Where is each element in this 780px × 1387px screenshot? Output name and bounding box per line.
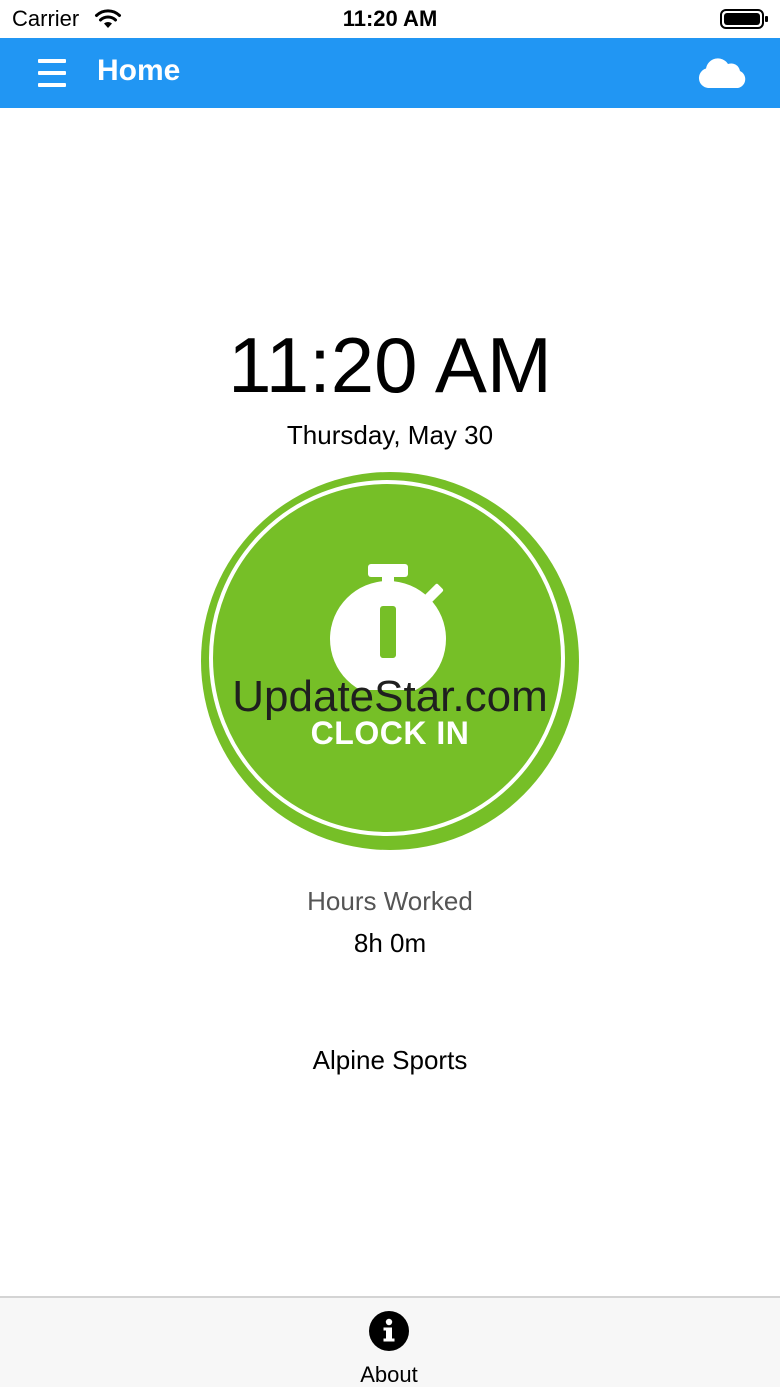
current-date: Thursday, May 30 [286, 420, 494, 450]
home-screen: Carrier 11:20 AM Home 11:20 AM Thursday,… [0, 0, 780, 1387]
status-time: 11:20 AM [342, 6, 438, 31]
cloud-icon[interactable] [696, 55, 748, 91]
clock-in-button[interactable]: CLOCK IN [201, 472, 579, 850]
page-title: Home [97, 54, 181, 87]
hamburger-menu-icon[interactable] [30, 52, 74, 94]
current-time: 11:20 AM [228, 321, 552, 409]
battery-icon [720, 9, 768, 29]
tab-about[interactable]: About [340, 1308, 440, 1387]
company-name: Alpine Sports [312, 1045, 468, 1075]
info-icon [369, 1311, 409, 1351]
status-bar: Carrier 11:20 AM [0, 0, 780, 38]
tab-about-label: About [360, 1362, 418, 1387]
stopwatch-icon [330, 564, 446, 690]
nav-bar: Home [0, 38, 780, 108]
hours-worked-label: Hours Worked [307, 886, 473, 916]
clock-in-label: CLOCK IN [310, 715, 470, 751]
tab-bar: About [0, 1296, 780, 1387]
hours-worked-value: 8h 0m [353, 928, 427, 958]
